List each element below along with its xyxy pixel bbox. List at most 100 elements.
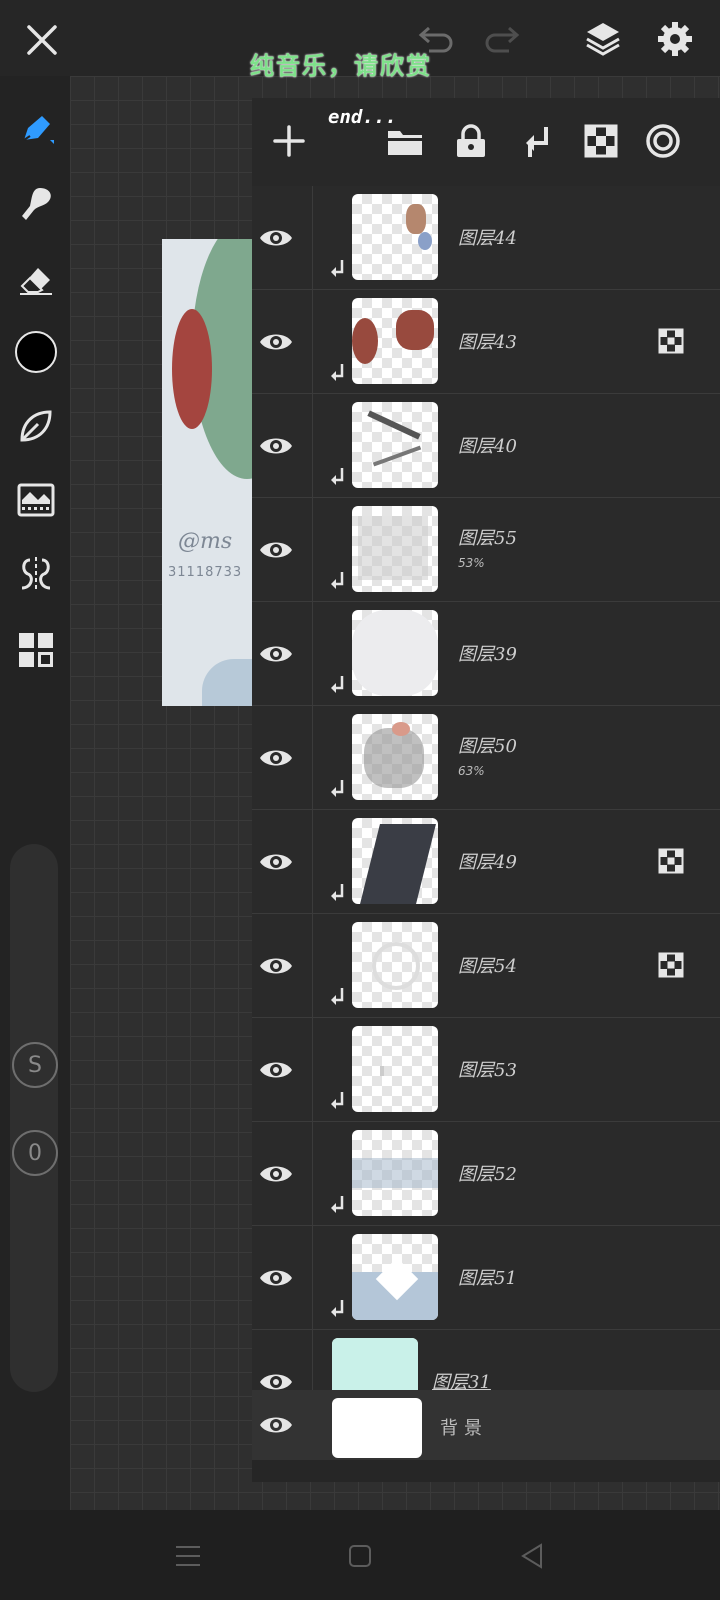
clipping-arrow-icon	[328, 1298, 346, 1320]
layer-name: 图层40	[458, 436, 517, 457]
gear-icon[interactable]	[650, 16, 700, 62]
row-divider	[312, 1018, 313, 1121]
clipping-arrow-icon	[328, 1090, 346, 1112]
layer-thumbnail[interactable]	[352, 610, 438, 696]
layer-row[interactable]: 图层44	[252, 186, 720, 290]
opacity-badge[interactable]: 0	[12, 1130, 58, 1176]
symmetry-tool-icon[interactable]	[12, 550, 60, 598]
row-divider	[312, 810, 313, 913]
opacity-badge-label: 0	[28, 1140, 42, 1166]
layers-panel: end... 图层44 图层43 图层40 图层55 53% 图层39 图层50 63% 图层4…	[252, 98, 720, 1482]
clipping-arrow-icon	[328, 466, 346, 488]
layer-thumbnail[interactable]	[352, 714, 438, 800]
layer-row[interactable]: 图层53	[252, 1018, 720, 1122]
layer-thumbnail[interactable]	[352, 1026, 438, 1112]
layer-thumbnail[interactable]	[352, 922, 438, 1008]
visibility-eye-icon[interactable]	[258, 740, 294, 776]
size-badge[interactable]: S	[12, 1042, 58, 1088]
color-swatch[interactable]	[12, 328, 60, 376]
lock-icon[interactable]	[448, 118, 494, 164]
layer-name: 图层39	[458, 644, 517, 665]
layer-row[interactable]: 图层43	[252, 290, 720, 394]
layer-row[interactable]: 图层39	[252, 602, 720, 706]
alpha-lock-icon[interactable]	[658, 328, 684, 354]
background-layer-name: 背景	[440, 1418, 488, 1439]
visibility-eye-icon[interactable]	[258, 1407, 294, 1443]
clipping-arrow-icon	[328, 1194, 346, 1216]
layer-thumbnail[interactable]	[352, 194, 438, 280]
artwork-signature-number: 31118733	[168, 565, 243, 580]
layer-name: 图层51	[458, 1268, 517, 1289]
eraser-icon[interactable]	[12, 256, 60, 304]
visibility-eye-icon[interactable]	[258, 948, 294, 984]
layer-row[interactable]: 图层54	[252, 914, 720, 1018]
layer-row[interactable]: 图层40	[252, 394, 720, 498]
row-divider	[312, 706, 313, 809]
home-icon[interactable]	[336, 1532, 384, 1580]
artwork-signature: @ms	[178, 529, 233, 554]
visibility-eye-icon[interactable]	[258, 324, 294, 360]
layer-name: 图层54	[458, 956, 517, 977]
row-divider	[312, 602, 313, 705]
size-badge-label: S	[28, 1052, 42, 1078]
left-toolbar: S 0	[0, 76, 70, 1510]
alpha-lock-icon[interactable]	[578, 118, 624, 164]
layer-row[interactable]: 图层51	[252, 1226, 720, 1330]
redo-icon[interactable]	[478, 20, 528, 60]
row-divider	[312, 394, 313, 497]
alpha-lock-icon[interactable]	[658, 952, 684, 978]
leaf-tool-icon[interactable]	[12, 402, 60, 450]
merge-down-icon[interactable]	[514, 118, 560, 164]
layers-panel-header	[252, 98, 720, 186]
close-icon[interactable]	[18, 18, 66, 62]
layer-name: 图层55	[458, 528, 517, 549]
layer-thumbnail[interactable]	[352, 818, 438, 904]
layer-opacity: 63%	[458, 764, 485, 778]
visibility-eye-icon[interactable]	[258, 428, 294, 464]
blur-tool-icon[interactable]	[12, 180, 60, 228]
visibility-eye-icon[interactable]	[258, 1052, 294, 1088]
add-icon[interactable]	[266, 118, 312, 164]
clipping-arrow-icon	[328, 986, 346, 1008]
alpha-lock-icon[interactable]	[658, 848, 684, 874]
background-layer-row[interactable]: 背景	[252, 1390, 720, 1460]
pen-tool-icon[interactable]	[12, 106, 60, 154]
background-thumbnail	[332, 1398, 422, 1458]
layer-name: 图层43	[458, 332, 517, 353]
artwork-preview: @ms 31118733	[162, 239, 252, 706]
visibility-eye-icon[interactable]	[258, 844, 294, 880]
row-divider	[312, 1226, 313, 1329]
apps-tool-icon[interactable]	[12, 626, 60, 674]
visibility-eye-icon[interactable]	[258, 220, 294, 256]
menu-icon[interactable]	[164, 1532, 212, 1580]
layer-thumbnail[interactable]	[352, 402, 438, 488]
row-divider	[312, 1122, 313, 1225]
brush-size-slider[interactable]	[10, 844, 58, 1392]
visibility-eye-icon[interactable]	[258, 532, 294, 568]
layer-thumbnail[interactable]	[352, 1234, 438, 1320]
visibility-eye-icon[interactable]	[258, 636, 294, 672]
layer-thumbnail[interactable]	[352, 506, 438, 592]
clipping-arrow-icon	[328, 778, 346, 800]
overlay-subtitle: end...	[328, 106, 397, 128]
filter-tool-icon[interactable]	[12, 476, 60, 524]
layer-row[interactable]: 图层50 63%	[252, 706, 720, 810]
clipping-arrow-icon	[328, 258, 346, 280]
layer-row[interactable]: 图层55 53%	[252, 498, 720, 602]
layer-thumbnail[interactable]	[352, 298, 438, 384]
layer-row[interactable]: 图层49	[252, 810, 720, 914]
layer-name: 图层52	[458, 1164, 517, 1185]
overlay-title: 纯音乐，请欣赏	[250, 51, 432, 80]
mask-target-icon[interactable]	[640, 118, 686, 164]
visibility-eye-icon[interactable]	[258, 1156, 294, 1192]
system-navbar	[0, 1510, 720, 1600]
layer-row[interactable]: 图层52	[252, 1122, 720, 1226]
layer-name: 图层49	[458, 852, 517, 873]
back-icon[interactable]	[508, 1532, 556, 1580]
visibility-eye-icon[interactable]	[258, 1260, 294, 1296]
row-divider	[312, 914, 313, 1017]
layer-thumbnail[interactable]	[352, 1130, 438, 1216]
clipping-arrow-icon	[328, 674, 346, 696]
row-divider	[312, 290, 313, 393]
layers-icon[interactable]	[578, 16, 628, 62]
